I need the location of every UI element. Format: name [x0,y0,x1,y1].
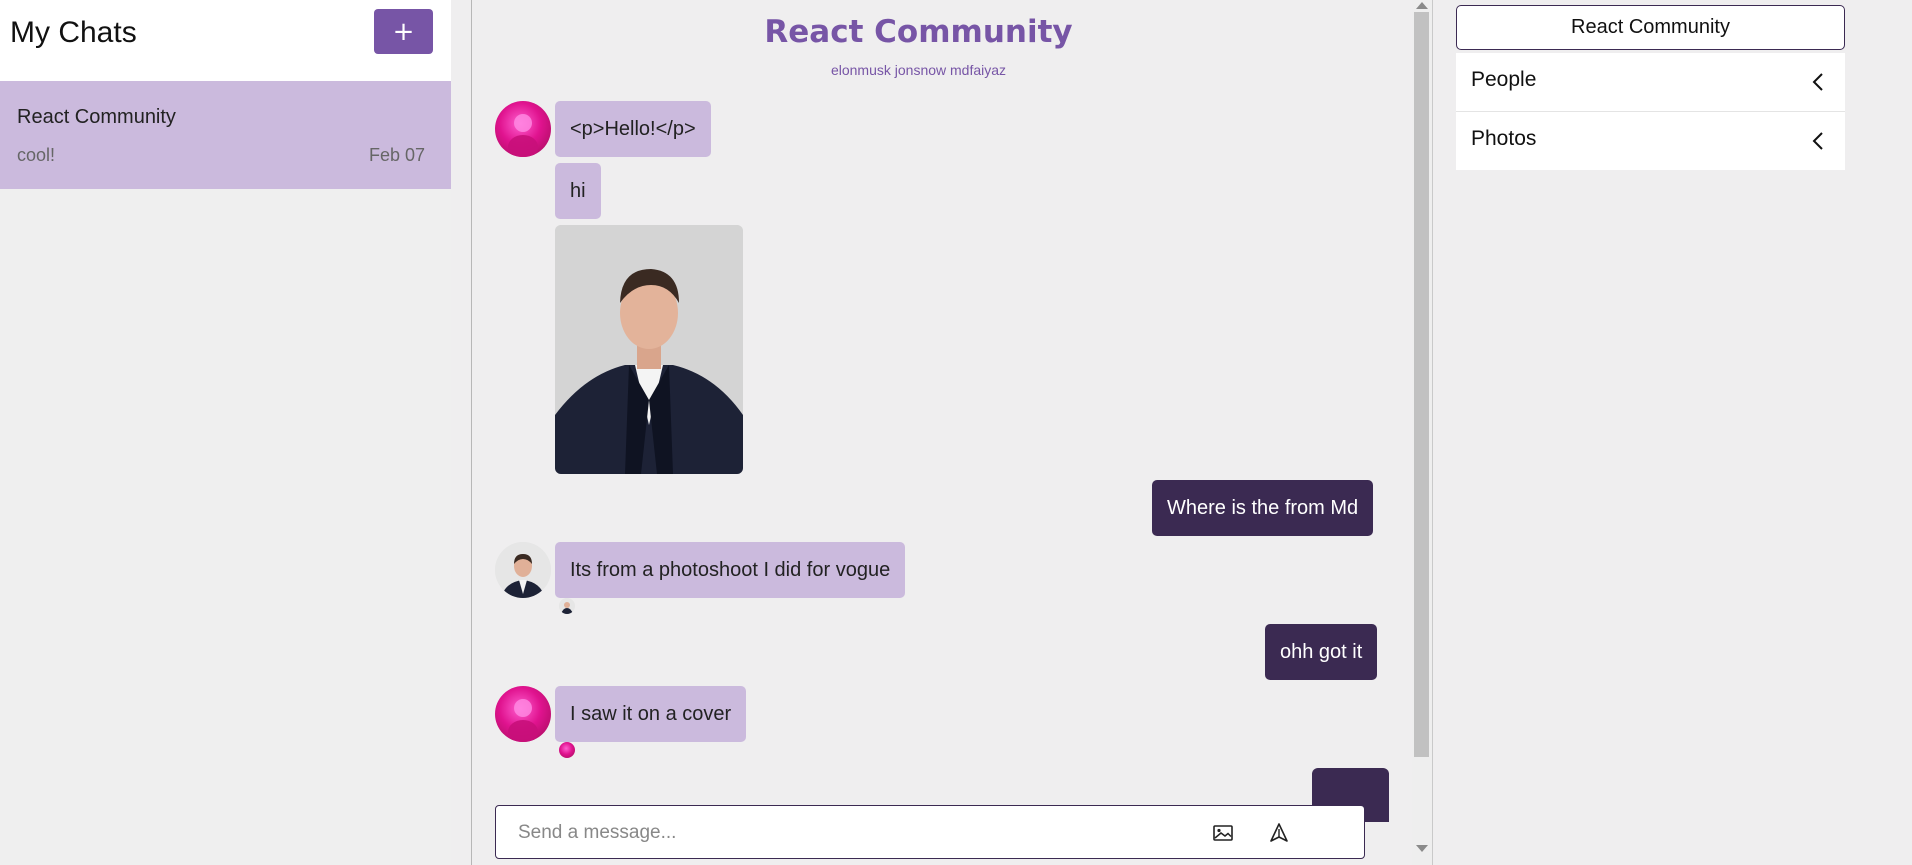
avatar-figure-icon [508,114,538,157]
read-receipt-icon [559,598,575,614]
scroll-up-arrow-icon[interactable] [1416,2,1428,9]
image-icon [1213,825,1233,841]
message-bubble-incoming: I saw it on a cover [555,686,747,742]
settings-section-label: People [1471,68,1537,91]
settings-section-photos[interactable]: Photos [1456,112,1845,170]
attach-image-button[interactable] [1210,820,1236,846]
chat-list-item[interactable]: React Community cool! Feb 07 [0,81,451,189]
message-composer [495,805,1365,859]
chat-date: Feb 07 [368,145,425,165]
read-receipt-avatar [559,742,575,758]
avatar-figure-icon [508,699,538,742]
message-bubble-incoming: hi [555,163,601,219]
settings-section-people[interactable]: People [1456,53,1845,111]
message-input[interactable] [518,818,1158,848]
chevron-left-icon [1812,73,1823,91]
message-bubble-outgoing: Where is the from Md [1152,480,1374,536]
scrollbar-thumb[interactable] [1414,12,1429,757]
settings-section-label: Photos [1471,127,1537,150]
chat-name: React Community [17,106,176,128]
sender-avatar [495,686,551,742]
message-image[interactable] [555,225,743,474]
new-chat-button[interactable]: + [374,9,433,54]
chat-list-panel: My Chats + React Community cool! Feb 07 [0,0,451,865]
message-bubble-outgoing: ohh got it [1265,624,1378,680]
avatar-portrait-icon [495,542,551,598]
sender-avatar [495,542,551,598]
portrait-photo-icon [555,225,743,474]
room-title: React Community [764,14,1073,50]
settings-room-title: React Community [1456,5,1845,50]
message-bubble-incoming: <p>Hello!</p> [555,101,711,157]
send-icon [1270,823,1288,842]
chevron-left-icon [1812,132,1823,150]
room-members: elonmusk jonsnow mdfaiyaz [830,62,1007,78]
read-receipt-avatar [559,598,575,614]
sender-avatar [495,101,551,157]
scroll-down-arrow-icon[interactable] [1416,845,1428,852]
message-bubble-incoming: Its from a photoshoot I did for vogue [555,542,906,598]
send-button[interactable] [1266,820,1292,846]
chat-list-header: My Chats + [0,0,451,81]
chat-list-title: My Chats [10,16,137,49]
chat-last-message: cool! [17,145,56,165]
